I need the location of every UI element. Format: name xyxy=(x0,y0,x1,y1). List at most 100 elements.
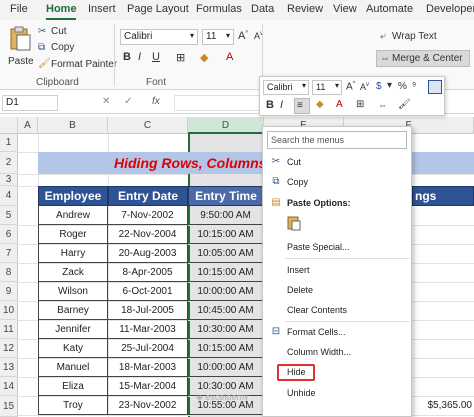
row-header[interactable]: 6 xyxy=(0,225,18,244)
cell-employee[interactable]: Roger xyxy=(38,225,108,244)
enter-icon[interactable]: ✓ xyxy=(124,96,132,107)
menu-item-delete[interactable]: Delete xyxy=(263,281,411,300)
row-header[interactable]: 5 xyxy=(0,206,18,225)
menu-item-copy[interactable]: ⧉ Copy xyxy=(263,173,411,192)
row-header[interactable]: 3 xyxy=(0,174,18,186)
cell-entry-time[interactable]: 10:00:00 AM xyxy=(188,282,264,301)
mini-font-color-icon[interactable]: A xyxy=(336,99,343,110)
select-all-corner[interactable] xyxy=(0,117,18,134)
menu-item-column-width[interactable]: Column Width... xyxy=(263,343,411,362)
row-header[interactable]: 8 xyxy=(0,263,18,282)
function-icon[interactable]: fx xyxy=(152,96,160,107)
row-header[interactable]: 2 xyxy=(0,152,18,174)
decrease-font-icon[interactable]: Av xyxy=(360,82,369,92)
menu-item-hide[interactable]: Hide xyxy=(263,363,411,382)
mini-bold-button[interactable]: B xyxy=(266,99,274,111)
cell-employee[interactable]: Troy xyxy=(38,396,108,415)
column-header-d[interactable]: D xyxy=(188,117,264,134)
cell-employee[interactable]: Manuel xyxy=(38,358,108,377)
mini-borders-icon[interactable]: ⊞ xyxy=(356,99,364,110)
tab-insert[interactable]: Insert xyxy=(88,3,116,15)
menu-item-format-cells[interactable]: ⊟ Format Cells... xyxy=(263,323,411,342)
tab-page-layout[interactable]: Page Layout xyxy=(127,3,189,15)
increase-font-icon[interactable]: A^ xyxy=(238,30,248,42)
format-table-icon[interactable] xyxy=(428,80,442,94)
cell-employee[interactable]: Barney xyxy=(38,301,108,320)
align-center-icon[interactable]: ≡ xyxy=(294,98,310,114)
tab-review[interactable]: Review xyxy=(287,3,323,15)
comma-style-button[interactable]: ⁹ xyxy=(412,81,416,92)
cell-employee[interactable]: Harry xyxy=(38,244,108,263)
row-header[interactable]: 15 xyxy=(0,396,18,417)
cell-entry-date[interactable]: 7-Nov-2002 xyxy=(108,206,188,225)
cell-entry-date[interactable]: 18-Mar-2003 xyxy=(108,358,188,377)
formula-input[interactable] xyxy=(174,95,260,111)
currency-format-button[interactable]: $ xyxy=(376,81,382,92)
menu-item-unhide[interactable]: Unhide xyxy=(263,384,411,403)
borders-icon[interactable]: ⊞ xyxy=(176,51,185,64)
cell-entry-time[interactable]: 10:05:00 AM xyxy=(188,244,264,263)
cell-employee[interactable]: Wilson xyxy=(38,282,108,301)
merge-icon[interactable]: ⇔ xyxy=(378,100,387,110)
cell-entry-time[interactable]: 10:45:00 AM xyxy=(188,301,264,320)
row-header[interactable]: 13 xyxy=(0,358,18,377)
percent-format-button[interactable]: % xyxy=(398,81,407,92)
menu-item-cut[interactable]: ✂ Cut xyxy=(263,153,411,172)
copy-button[interactable]: Copy xyxy=(51,42,74,53)
cell-entry-time[interactable]: 10:15:00 AM xyxy=(188,263,264,282)
merge-center-button[interactable]: ⇔ Merge & Center xyxy=(376,50,470,67)
cell-entry-date[interactable]: 22-Nov-2004 xyxy=(108,225,188,244)
tab-data[interactable]: Data xyxy=(251,3,274,15)
tab-file[interactable]: File xyxy=(10,3,28,15)
paste-button[interactable]: Paste xyxy=(8,26,34,70)
row-header[interactable]: 14 xyxy=(0,377,18,396)
name-box[interactable]: D1 xyxy=(2,95,58,111)
column-header-a[interactable]: A xyxy=(18,117,38,134)
underline-button[interactable]: U xyxy=(152,51,160,63)
cell-entry-time[interactable]: 10:30:00 AM xyxy=(188,320,264,339)
cell-entry-time[interactable]: 10:15:00 AM xyxy=(188,339,264,358)
paste-option-button[interactable] xyxy=(287,215,303,233)
row-header[interactable]: 4 xyxy=(0,186,18,206)
mini-size-dropdown[interactable]: 11 ▾ xyxy=(312,80,342,95)
increase-font-icon[interactable]: A^ xyxy=(346,81,356,92)
column-header-c[interactable]: C xyxy=(108,117,188,134)
format-painter-button[interactable]: Format Painter xyxy=(51,59,117,70)
row-header[interactable]: 1 xyxy=(0,134,18,152)
font-color-icon[interactable]: A xyxy=(226,51,233,63)
cell-entry-date[interactable]: 23-Nov-2002 xyxy=(108,396,188,415)
font-size-dropdown[interactable]: 11 ▾ xyxy=(202,29,234,45)
mini-font-dropdown[interactable]: Calibri ▾ xyxy=(263,80,309,95)
cell-entry-date[interactable]: 20-Aug-2003 xyxy=(108,244,188,263)
fill-color-icon[interactable]: ◆ xyxy=(200,51,208,64)
tab-automate[interactable]: Automate xyxy=(366,3,413,15)
bold-button[interactable]: B xyxy=(123,51,131,63)
cell-employee[interactable]: Eliza xyxy=(38,377,108,396)
row-header[interactable]: 11 xyxy=(0,320,18,339)
cell-employee[interactable]: Jennifer xyxy=(38,320,108,339)
cell-employee[interactable]: Katy xyxy=(38,339,108,358)
menu-item-paste-special[interactable]: Paste Special... xyxy=(263,238,411,257)
column-header-b[interactable]: B xyxy=(38,117,108,134)
cell-employee[interactable]: Andrew xyxy=(38,206,108,225)
cell-entry-date[interactable]: 8-Apr-2005 xyxy=(108,263,188,282)
tab-view[interactable]: View xyxy=(333,3,357,15)
italic-button[interactable]: I xyxy=(138,51,141,63)
cell-employee[interactable]: Zack xyxy=(38,263,108,282)
cancel-icon[interactable]: ✕ xyxy=(102,96,110,107)
row-header[interactable]: 9 xyxy=(0,282,18,301)
font-name-dropdown[interactable]: Calibri ▾ xyxy=(120,29,198,45)
mini-format-painter-icon[interactable]: 🖌 xyxy=(398,99,411,110)
menu-item-clear-contents[interactable]: Clear Contents xyxy=(263,301,411,320)
cell-entry-date[interactable]: 25-Jul-2004 xyxy=(108,339,188,358)
cell-entry-time[interactable]: 9:50:00 AM xyxy=(188,206,264,225)
tab-home[interactable]: Home xyxy=(46,3,77,15)
tab-formulas[interactable]: Formulas xyxy=(196,3,242,15)
cell-entry-time[interactable]: 10:15:00 AM xyxy=(188,225,264,244)
cut-button[interactable]: Cut xyxy=(51,26,67,37)
mini-fill-color-icon[interactable]: ◆ xyxy=(316,99,324,110)
menu-item-insert[interactable]: Insert xyxy=(263,261,411,280)
cell-entry-date[interactable]: 15-Mar-2004 xyxy=(108,377,188,396)
row-header[interactable]: 12 xyxy=(0,339,18,358)
cell-entry-date[interactable]: 6-Oct-2001 xyxy=(108,282,188,301)
